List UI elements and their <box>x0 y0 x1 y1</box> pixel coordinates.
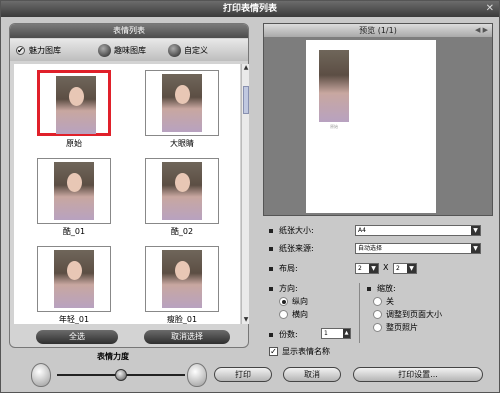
thumbnail-item[interactable]: 大眼睛 <box>136 70 228 149</box>
scale-row: 缩放: <box>367 283 396 294</box>
radio-button <box>373 297 382 306</box>
chevron-down-icon: ▼ <box>471 226 480 235</box>
expression-list-header: 表情列表 <box>10 24 248 38</box>
thumbnail-photo <box>37 158 111 224</box>
thumbnail-photo <box>37 246 111 312</box>
thumbnail-item[interactable]: 酷_02 <box>136 158 228 237</box>
thumbnail-photo <box>145 70 219 136</box>
layout-rows-select[interactable]: 2 ▼ <box>355 263 379 274</box>
copies-row: 份数: <box>269 329 298 340</box>
preview-header: 预览 (1/1) ◀ ▶ <box>264 24 492 37</box>
page-nav-arrows-icon[interactable]: ◀ ▶ <box>475 24 488 37</box>
layout-cols-select[interactable]: 2 ▼ <box>393 263 417 274</box>
scale-fit-page[interactable]: 调整到页面大小 <box>373 309 442 320</box>
bullet-icon <box>269 286 273 291</box>
orientation-portrait[interactable]: 纵向 <box>279 296 308 307</box>
thumbnail-item[interactable]: 瘦脸_01 <box>136 246 228 324</box>
paper-size-select[interactable]: A4 ▼ <box>355 225 481 236</box>
radio-button <box>373 323 382 332</box>
slider-knob[interactable] <box>115 369 127 381</box>
bullet-icon <box>269 246 273 251</box>
thumbnail-caption: 大眼睛 <box>170 139 194 148</box>
thumbnail-photo <box>37 70 111 136</box>
scroll-up-icon[interactable]: ▲ <box>242 64 250 72</box>
thumbnail-scrollbar[interactable]: ▲ ▼ <box>241 64 249 324</box>
library-option-custom[interactable]: 自定义 <box>168 43 208 57</box>
show-name-checkbox[interactable]: ✓ 显示表情名称 <box>269 346 330 357</box>
smile-face-icon <box>187 363 207 387</box>
preview-page: 原始 <box>306 40 436 213</box>
preview-photo <box>319 50 349 122</box>
bullet-icon <box>269 332 273 337</box>
thumbnail-photo <box>145 158 219 224</box>
deselect-button[interactable]: 取消选择 <box>144 330 230 344</box>
thumbnail-grid: 原始 大眼睛 酷_01 酷_02 年轻_01 瘦脸_01 <box>14 64 240 324</box>
thumbnail-caption: 酷_01 <box>62 227 86 236</box>
copies-spinner[interactable]: 1 ▲ <box>321 328 351 339</box>
bullet-icon <box>367 286 371 291</box>
paper-size-row: 纸张大小: <box>269 225 314 236</box>
bullet-icon <box>269 266 273 271</box>
radio-ball-icon <box>98 43 111 57</box>
thumbnail-item[interactable]: 原始 <box>28 70 120 149</box>
select-all-button[interactable]: 全选 <box>36 330 118 344</box>
layout-multiplier: X <box>383 263 389 272</box>
scrollbar-thumb[interactable] <box>243 86 249 114</box>
paper-source-row: 纸张来源: <box>269 243 314 254</box>
divider <box>359 283 360 343</box>
orientation-row: 方向: <box>269 283 298 294</box>
print-dialog: 打印表情列表 ✕ 表情列表 ✔ 魅力图库 趣味图库 自定义 原始 大眼睛 酷_0… <box>0 0 500 393</box>
strength-slider[interactable] <box>31 361 211 389</box>
orientation-landscape[interactable]: 横向 <box>279 309 308 320</box>
library-selector: ✔ 魅力图库 趣味图库 自定义 <box>10 39 248 61</box>
thumbnail-item[interactable]: 酷_01 <box>28 158 120 237</box>
thumbnail-caption: 原始 <box>66 139 82 148</box>
radio-button <box>373 310 382 319</box>
neutral-face-icon <box>31 363 51 387</box>
window-title: 打印表情列表 <box>222 4 277 14</box>
bullet-icon <box>269 228 273 233</box>
title-bar: 打印表情列表 ✕ <box>1 1 499 17</box>
cancel-button[interactable]: 取消 <box>283 367 341 382</box>
thumbnail-caption: 瘦脸_01 <box>166 315 198 324</box>
checkbox-checked-icon: ✓ <box>269 347 278 356</box>
chevron-down-icon: ▼ <box>407 264 416 273</box>
expression-list-panel: 表情列表 ✔ 魅力图库 趣味图库 自定义 原始 大眼睛 酷_01 酷_02 年轻… <box>9 23 249 348</box>
scroll-down-icon[interactable]: ▼ <box>242 316 250 324</box>
radio-button <box>279 297 288 306</box>
radio-ball-icon <box>168 43 181 57</box>
print-button[interactable]: 打印 <box>214 367 272 382</box>
thumbnail-photo <box>145 246 219 312</box>
checkmark-icon: ✔ <box>16 45 25 55</box>
close-icon[interactable]: ✕ <box>486 1 494 17</box>
thumbnail-item[interactable]: 年轻_01 <box>28 246 120 324</box>
thumbnail-caption: 年轻_01 <box>58 315 90 324</box>
scale-full-photo[interactable]: 整页照片 <box>373 322 418 333</box>
chevron-down-icon: ▼ <box>471 244 480 253</box>
preview-caption: 原始 <box>330 124 338 129</box>
radio-button <box>279 310 288 319</box>
layout-row: 布局: <box>269 263 298 274</box>
preview-panel: 预览 (1/1) ◀ ▶ 原始 <box>263 23 493 216</box>
library-option-fun[interactable]: 趣味图库 <box>98 43 146 57</box>
print-settings-button[interactable]: 打印设置... <box>353 367 483 382</box>
paper-source-select[interactable]: 自动选择 ▼ <box>355 243 481 254</box>
spinner-arrows-icon: ▲ <box>343 329 350 338</box>
library-option-charm[interactable]: ✔ 魅力图库 <box>16 43 61 57</box>
thumbnail-caption: 酷_02 <box>170 227 194 236</box>
scale-off[interactable]: 关 <box>373 296 394 307</box>
chevron-down-icon: ▼ <box>369 264 378 273</box>
